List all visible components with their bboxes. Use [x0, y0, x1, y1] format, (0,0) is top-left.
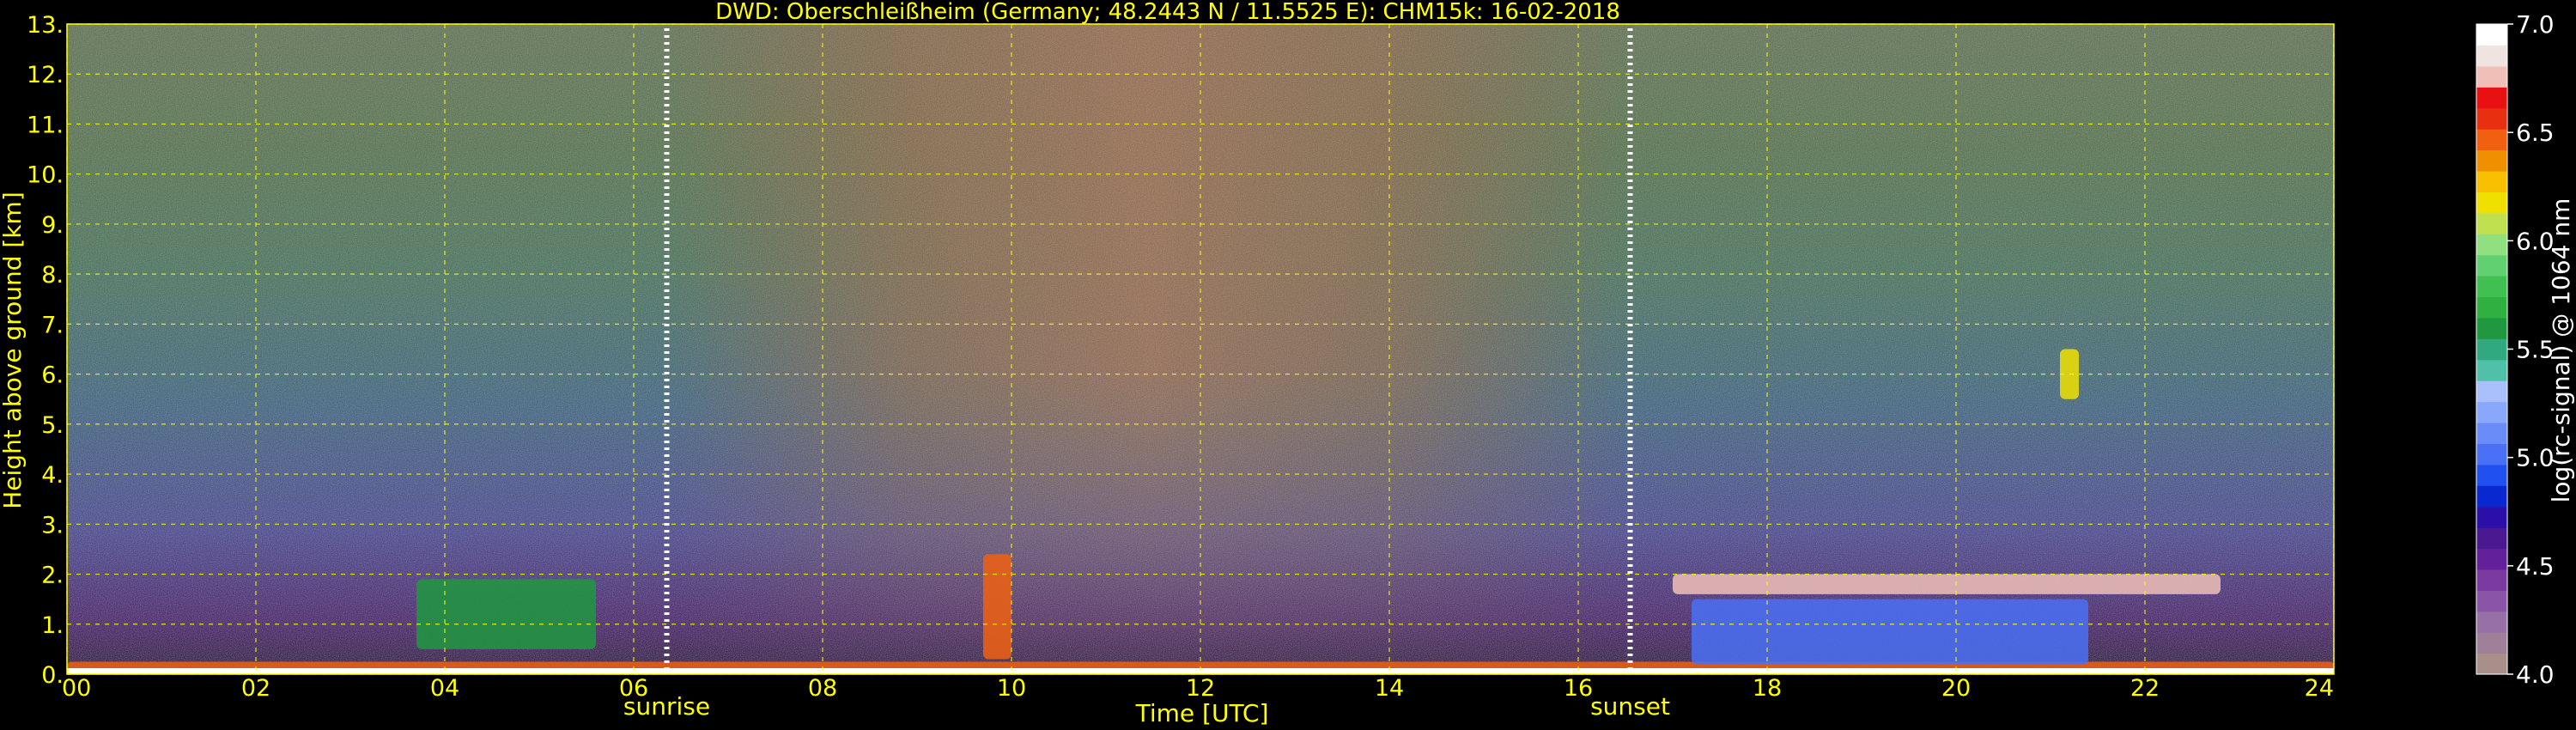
y-tick-label-3: 3. — [41, 512, 64, 538]
colorbar-segment-28 — [2476, 65, 2507, 88]
colorbar-segment-23 — [2476, 170, 2507, 192]
colorbar-segment-15 — [2476, 338, 2507, 361]
colorbar-segment-26 — [2476, 107, 2507, 130]
y-axis-label: Height above ground [km] — [0, 192, 27, 509]
feature-1 — [416, 579, 596, 649]
colorbar-segment-24 — [2476, 149, 2507, 172]
colorbar-segment-7 — [2476, 506, 2507, 528]
event-label-sunset: sunset — [1590, 692, 1670, 721]
colorbar-segment-11 — [2476, 422, 2507, 444]
colorbar-segment-10 — [2476, 443, 2507, 465]
y-tick-label-11: 11. — [27, 112, 64, 138]
y-tick-label-12: 12. — [27, 62, 64, 88]
colorbar-tick-label-6: 7.0 — [2516, 10, 2555, 39]
colorbar-segment-13 — [2476, 380, 2507, 403]
colorbar-segment-22 — [2476, 192, 2507, 214]
x-tick-label-8: 16 — [1564, 675, 1593, 702]
x-tick-label-4: 08 — [808, 675, 837, 702]
figure: sunrise sunset 00 02 04 06 08 10 12 14 16 18 20 22 24… — [0, 0, 2575, 727]
y-tick-label-1: 1. — [41, 612, 64, 639]
y-tick-label-13: 13. — [27, 12, 64, 39]
x-axis-label: Time [UTC] — [1135, 699, 1269, 727]
feature-3 — [1673, 574, 2221, 594]
colorbar-segment-1 — [2476, 632, 2507, 654]
x-tick-label-7: 14 — [1375, 675, 1404, 702]
colorbar — [2476, 23, 2508, 675]
colorbar-segment-12 — [2476, 401, 2507, 423]
colorbar-segment-29 — [2476, 45, 2507, 67]
colorbar-tick-label-5: 6.5 — [2516, 119, 2555, 147]
colorbar-segment-6 — [2476, 527, 2507, 550]
x-tick-label-2: 04 — [430, 675, 459, 702]
y-axis-ticks: 0. 1. 2. 3. 4. 5. 6. 7. 8. 9. 10. 11. 12. 13. — [27, 12, 64, 689]
feature-2 — [983, 554, 1012, 660]
colorbar-segment-0 — [2476, 653, 2507, 675]
x-tick-label-1: 02 — [241, 675, 270, 702]
colorbar-segment-8 — [2476, 485, 2507, 508]
y-tick-label-4: 4. — [41, 462, 64, 489]
colorbar-tick-label-0: 4.0 — [2516, 660, 2555, 689]
colorbar-segment-21 — [2476, 212, 2507, 234]
colorbar-segment-9 — [2476, 464, 2507, 486]
colorbar-segment-17 — [2476, 296, 2507, 319]
colorbar-segment-20 — [2476, 234, 2507, 256]
feature-4 — [1692, 599, 2088, 665]
chart-title: DWD: Oberschleißheim (Germany; 48.2443 N… — [715, 0, 1620, 25]
colorbar-segment-19 — [2476, 254, 2507, 277]
x-tick-label-3: 06 — [619, 675, 648, 702]
colorbar-segment-2 — [2476, 611, 2507, 633]
colorbar-segment-16 — [2476, 317, 2507, 339]
y-tick-label-8: 8. — [41, 262, 64, 289]
x-tick-label-6: 12 — [1186, 675, 1215, 702]
x-tick-label-10: 20 — [1941, 675, 1971, 702]
colorbar-segment-25 — [2476, 129, 2507, 151]
y-tick-label-5: 5. — [41, 412, 64, 439]
y-tick-label-6: 6. — [41, 362, 64, 389]
colorbar-segment-4 — [2476, 569, 2507, 591]
y-tick-label-9: 9. — [41, 212, 64, 239]
colorbar-segment-5 — [2476, 548, 2507, 570]
x-tick-label-9: 18 — [1753, 675, 1782, 702]
colorbar-segment-3 — [2476, 590, 2507, 612]
colorbar-segment-30 — [2476, 24, 2507, 46]
x-tick-label-5: 10 — [997, 675, 1026, 702]
y-tick-label-10: 10. — [27, 162, 64, 189]
colorbar-segment-27 — [2476, 87, 2507, 109]
y-tick-label-2: 2. — [41, 563, 64, 589]
colorbar-segment-14 — [2476, 359, 2507, 381]
colorbar-label: log(rc-signal) @ 1064 nm — [2547, 198, 2575, 503]
x-tick-label-12: 24 — [2305, 675, 2334, 702]
x-tick-label-11: 22 — [2130, 675, 2160, 702]
x-axis-ticks: 00 02 04 06 08 10 12 14 16 18 20 22 24 — [62, 675, 2334, 702]
y-tick-label-0: 0. — [41, 662, 64, 689]
x-tick-label-0: 00 — [62, 675, 91, 702]
colorbar-tick-label-1: 4.5 — [2516, 552, 2555, 581]
colorbar-segment-18 — [2476, 276, 2507, 298]
y-tick-label-7: 7. — [41, 312, 64, 338]
